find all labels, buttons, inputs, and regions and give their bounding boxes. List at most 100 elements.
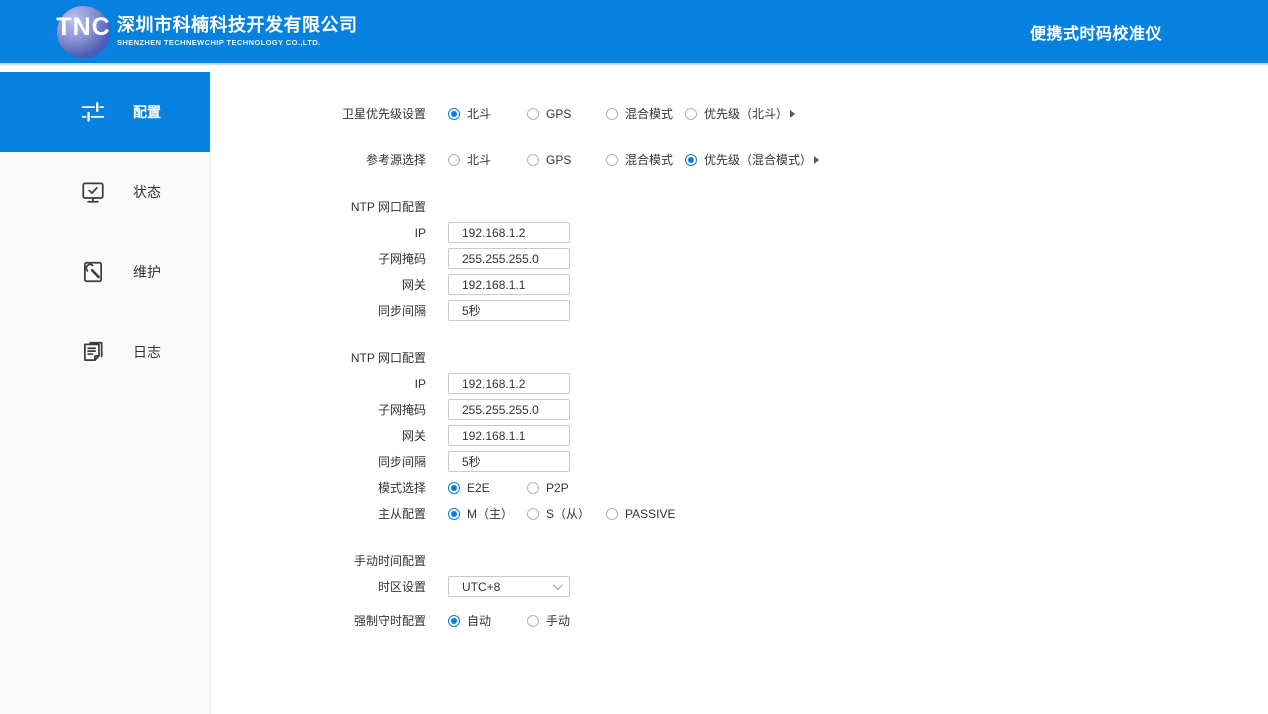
radio-circle: [448, 615, 460, 627]
logo-text: TNC: [55, 15, 112, 40]
sidebar-item-status[interactable]: 状态: [0, 152, 210, 232]
ntp2-interval-row: 同步间隔: [211, 451, 1268, 472]
radio-satellite-gps[interactable]: GPS: [527, 107, 606, 121]
sidebar-item-config[interactable]: 配置: [0, 72, 210, 152]
page-body: 配置 状态 维护: [0, 72, 1268, 714]
radio-circle: [527, 154, 539, 166]
field-label-force-timekeeping: 强制守时配置: [211, 612, 426, 629]
ntp2-ip-row: IP: [211, 373, 1268, 394]
sidebar-item-label: 维护: [133, 262, 161, 282]
ntp2-gateway-row: 网关: [211, 425, 1268, 446]
radio-circle: [448, 508, 460, 520]
radio-satellite-mixed[interactable]: 混合模式: [606, 105, 685, 122]
company-block: 深圳市科楠科技开发有限公司 SHENZHEN TECHNEWCHIP TECHN…: [117, 16, 358, 48]
company-name: 深圳市科楠科技开发有限公司: [117, 16, 358, 36]
field-label-timezone: 时区设置: [211, 578, 426, 595]
timezone-value: UTC+8: [462, 580, 500, 594]
radio-circle: [685, 154, 697, 166]
field-label-mode: 模式选择: [211, 479, 426, 496]
radio-circle: [606, 508, 618, 520]
timezone-select[interactable]: UTC+8: [448, 576, 570, 597]
ntp1-mask-row: 子网掩码: [211, 248, 1268, 269]
ntp2-section-row: NTP 网口配置: [211, 347, 1268, 368]
radio-reference-priority[interactable]: 优先级（混合模式）: [685, 151, 819, 168]
field-label-ip: IP: [211, 377, 426, 391]
radio-circle: [527, 108, 539, 120]
ntp2-ip-input[interactable]: [448, 373, 570, 394]
product-title: 便携式时码校准仪: [1030, 20, 1162, 44]
app-header: TNC 深圳市科楠科技开发有限公司 SHENZHEN TECHNEWCHIP T…: [0, 0, 1268, 65]
sidebar-item-label: 日志: [133, 342, 161, 362]
radio-ms-slave[interactable]: S（从）: [527, 505, 606, 522]
log-document-icon: [80, 339, 106, 365]
radio-reference-mixed[interactable]: 混合模式: [606, 151, 685, 168]
radio-reference-beidou[interactable]: 北斗: [448, 151, 527, 168]
ntp1-gateway-row: 网关: [211, 274, 1268, 295]
wrench-document-icon: [80, 259, 106, 285]
section-title-ntp2: NTP 网口配置: [211, 349, 426, 366]
company-subtitle: SHENZHEN TECHNEWCHIP TECHNOLOGY CO.,LTD.: [117, 38, 358, 47]
radio-force-auto[interactable]: 自动: [448, 612, 527, 629]
field-label-reference-source: 参考源选择: [211, 151, 426, 168]
master-slave-row: 主从配置 M（主） S（从） PASSIVE: [211, 503, 1268, 524]
field-label-gateway: 网关: [211, 276, 426, 293]
sidebar-item-label: 配置: [133, 102, 161, 122]
ntp2-sync-interval-input[interactable]: [448, 451, 570, 472]
field-label-master-slave: 主从配置: [211, 505, 426, 522]
ntp1-interval-row: 同步间隔: [211, 300, 1268, 321]
field-label-sync-interval: 同步间隔: [211, 453, 426, 470]
radio-circle: [527, 508, 539, 520]
radio-satellite-priority[interactable]: 优先级（北斗）: [685, 105, 795, 122]
manual-time-section-row: 手动时间配置: [211, 550, 1268, 571]
force-timekeeping-row: 强制守时配置 自动 手动: [211, 610, 1268, 631]
mode-select-row: 模式选择 E2E P2P: [211, 477, 1268, 498]
sliders-icon: [80, 99, 106, 125]
reference-source-row: 参考源选择 北斗 GPS 混合模式 优先级（混合模式）: [211, 149, 1268, 170]
sidebar-item-label: 状态: [133, 182, 161, 202]
expand-arrow-icon[interactable]: [814, 156, 819, 164]
ntp1-subnet-mask-input[interactable]: [448, 248, 570, 269]
radio-ms-passive[interactable]: PASSIVE: [606, 507, 675, 521]
radio-circle: [606, 154, 618, 166]
radio-mode-p2p[interactable]: P2P: [527, 481, 606, 495]
field-label-gateway: 网关: [211, 427, 426, 444]
config-form: 卫星优先级设置 北斗 GPS 混合模式 优先级（北斗）: [211, 72, 1268, 714]
radio-ms-master[interactable]: M（主）: [448, 505, 527, 522]
ntp2-gateway-input[interactable]: [448, 425, 570, 446]
chevron-down-icon: [553, 580, 563, 590]
radio-satellite-beidou[interactable]: 北斗: [448, 105, 527, 122]
radio-circle: [606, 108, 618, 120]
ntp1-ip-row: IP: [211, 222, 1268, 243]
radio-circle: [448, 154, 460, 166]
ntp2-subnet-mask-input[interactable]: [448, 399, 570, 420]
field-label-ip: IP: [211, 226, 426, 240]
radio-force-manual[interactable]: 手动: [527, 612, 606, 629]
field-label-sync-interval: 同步间隔: [211, 302, 426, 319]
satellite-priority-row: 卫星优先级设置 北斗 GPS 混合模式 优先级（北斗）: [211, 103, 1268, 124]
ntp1-sync-interval-input[interactable]: [448, 300, 570, 321]
radio-circle: [448, 482, 460, 494]
radio-circle: [527, 482, 539, 494]
expand-arrow-icon[interactable]: [790, 110, 795, 118]
radio-circle: [448, 108, 460, 120]
ntp1-section-row: NTP 网口配置: [211, 196, 1268, 217]
ntp1-ip-input[interactable]: [448, 222, 570, 243]
field-label-subnet-mask: 子网掩码: [211, 401, 426, 418]
radio-circle: [685, 108, 697, 120]
sidebar-item-maintenance[interactable]: 维护: [0, 232, 210, 312]
timezone-row: 时区设置 UTC+8: [211, 576, 1268, 597]
radio-mode-e2e[interactable]: E2E: [448, 481, 527, 495]
section-title-ntp1: NTP 网口配置: [211, 198, 426, 215]
radio-reference-gps[interactable]: GPS: [527, 153, 606, 167]
company-logo: TNC: [57, 6, 110, 58]
sidebar: 配置 状态 维护: [0, 72, 211, 714]
field-label-satellite-priority: 卫星优先级设置: [211, 105, 426, 122]
monitor-check-icon: [80, 179, 106, 205]
field-label-subnet-mask: 子网掩码: [211, 250, 426, 267]
ntp1-gateway-input[interactable]: [448, 274, 570, 295]
sidebar-item-logs[interactable]: 日志: [0, 312, 210, 392]
radio-circle: [527, 615, 539, 627]
ntp2-mask-row: 子网掩码: [211, 399, 1268, 420]
brand: TNC 深圳市科楠科技开发有限公司 SHENZHEN TECHNEWCHIP T…: [57, 6, 358, 58]
section-title-manual-time: 手动时间配置: [211, 552, 426, 569]
